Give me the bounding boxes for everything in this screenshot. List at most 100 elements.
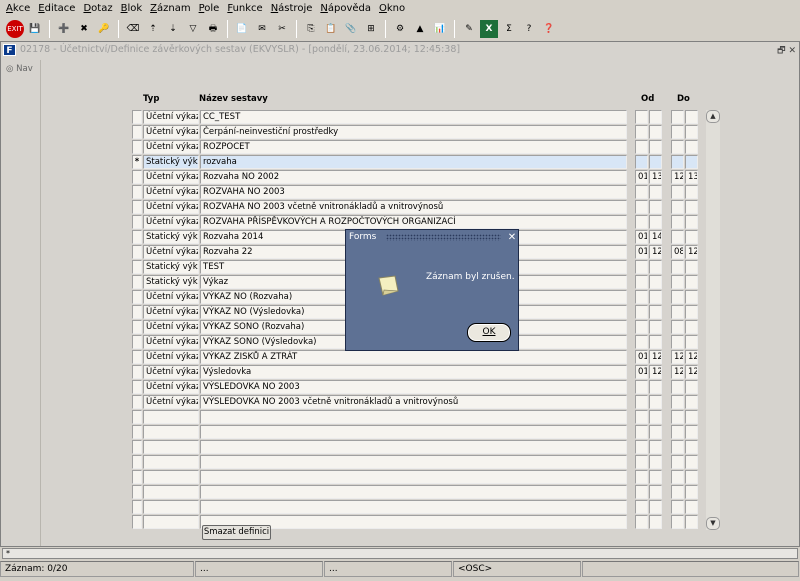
sort-desc-icon[interactable]: ⇣ xyxy=(164,20,182,38)
cell-od1[interactable] xyxy=(635,200,648,214)
cell-od2[interactable] xyxy=(649,305,662,319)
cell-ind[interactable] xyxy=(132,350,142,364)
cell-od1[interactable]: 01 xyxy=(635,245,648,259)
cell-ind[interactable] xyxy=(132,275,142,289)
cell-od2[interactable] xyxy=(649,395,662,409)
cell-od1[interactable] xyxy=(635,470,648,484)
cell-ind[interactable] xyxy=(132,455,142,469)
cell-od2[interactable] xyxy=(649,500,662,514)
cell-od2[interactable]: 12 xyxy=(649,365,662,379)
cell-typ[interactable]: Statický výkaz xyxy=(143,260,199,274)
cell-ind[interactable] xyxy=(132,425,142,439)
cell-typ[interactable]: Účetní výkaz xyxy=(143,140,199,154)
cell-typ[interactable]: Statický výkaz xyxy=(143,230,199,244)
cell-od2[interactable] xyxy=(649,260,662,274)
cell-do2[interactable] xyxy=(685,440,698,454)
cell-ind[interactable] xyxy=(132,500,142,514)
dialog-close-icon[interactable]: ✕ xyxy=(506,230,518,245)
cell-do2[interactable] xyxy=(685,470,698,484)
cell-do1[interactable] xyxy=(671,515,684,529)
delete-icon[interactable]: ✖ xyxy=(75,20,93,38)
table-row[interactable]: Účetní výkaz CC_TEST xyxy=(132,110,702,125)
cell-od1[interactable] xyxy=(635,500,648,514)
cell-do2[interactable] xyxy=(685,140,698,154)
menu-item-1[interactable]: Editace xyxy=(34,0,79,17)
menu-item-7[interactable]: Nástroje xyxy=(267,0,317,17)
table-row[interactable] xyxy=(132,455,702,470)
cell-ind[interactable] xyxy=(132,215,142,229)
cell-od2[interactable]: 12 xyxy=(649,245,662,259)
cell-od2[interactable] xyxy=(649,380,662,394)
cell-od1[interactable] xyxy=(635,260,648,274)
cell-od1[interactable] xyxy=(635,455,648,469)
cell-od1[interactable] xyxy=(635,185,648,199)
cell-do2[interactable] xyxy=(685,335,698,349)
cell-do2[interactable]: 12 xyxy=(685,245,698,259)
cell-od2[interactable] xyxy=(649,140,662,154)
cell-do1[interactable] xyxy=(671,410,684,424)
cell-do1[interactable] xyxy=(671,185,684,199)
cell-od1[interactable] xyxy=(635,155,648,169)
nav-tab[interactable]: ◎ Nav xyxy=(3,60,40,78)
cell-ind[interactable]: * xyxy=(132,155,142,169)
sort-asc-icon[interactable]: ⇡ xyxy=(144,20,162,38)
cell-od2[interactable] xyxy=(649,455,662,469)
cell-typ[interactable]: Statický výkaz xyxy=(143,155,199,169)
cell-nazev[interactable] xyxy=(200,425,627,439)
cell-typ[interactable]: Účetní výkaz xyxy=(143,305,199,319)
table-row[interactable] xyxy=(132,470,702,485)
table-row[interactable]: Účetní výkaz Výsledovka 01 12 12 12 xyxy=(132,365,702,380)
table-row[interactable]: Účetní výkaz VÝKAZ ZISKŮ A ZTRÁT 01 12 12 12 xyxy=(132,350,702,365)
cell-typ[interactable]: Účetní výkaz xyxy=(143,350,199,364)
cell-typ[interactable] xyxy=(143,455,199,469)
cell-ind[interactable] xyxy=(132,140,142,154)
table-row[interactable] xyxy=(132,485,702,500)
cell-od2[interactable] xyxy=(649,125,662,139)
tree-icon[interactable]: ⊞ xyxy=(362,20,380,38)
cell-do1[interactable] xyxy=(671,440,684,454)
cell-typ[interactable] xyxy=(143,410,199,424)
cell-nazev[interactable] xyxy=(200,500,627,514)
cell-od1[interactable] xyxy=(635,110,648,124)
cell-do2[interactable]: 13 xyxy=(685,170,698,184)
sum-icon[interactable]: Σ xyxy=(500,20,518,38)
cell-nazev[interactable]: CC_TEST xyxy=(200,110,627,124)
cell-do2[interactable] xyxy=(685,185,698,199)
dialog-titlebar[interactable]: Forms ✕ xyxy=(346,230,518,245)
cell-ind[interactable] xyxy=(132,305,142,319)
table-row[interactable]: Účetní výkaz ROZPOCET xyxy=(132,140,702,155)
cell-od2[interactable] xyxy=(649,110,662,124)
cell-nazev[interactable]: rozvaha xyxy=(200,155,627,169)
paste-icon[interactable]: 📋 xyxy=(322,20,340,38)
save-icon[interactable]: 💾 xyxy=(26,20,44,38)
cell-od2[interactable] xyxy=(649,200,662,214)
cell-do2[interactable]: 12 xyxy=(685,365,698,379)
cell-typ[interactable]: Účetní výkaz xyxy=(143,290,199,304)
cell-od1[interactable] xyxy=(635,275,648,289)
exit-icon[interactable]: EXIT xyxy=(6,20,24,38)
cell-od2[interactable] xyxy=(649,185,662,199)
mail-icon[interactable]: ✉ xyxy=(253,20,271,38)
cell-do2[interactable] xyxy=(685,305,698,319)
cell-ind[interactable] xyxy=(132,515,142,529)
table-row[interactable]: Účetní výkaz ROZVAHA NO 2003 včetně vnitr… xyxy=(132,200,702,215)
cell-od1[interactable] xyxy=(635,395,648,409)
cell-do2[interactable] xyxy=(685,110,698,124)
cell-do2[interactable] xyxy=(685,320,698,334)
cell-nazev[interactable] xyxy=(200,485,627,499)
cell-ind[interactable] xyxy=(132,110,142,124)
cell-od1[interactable] xyxy=(635,515,648,529)
cell-nazev[interactable]: VÝKAZ ZISKŮ A ZTRÁT xyxy=(200,350,627,364)
cell-do1[interactable] xyxy=(671,455,684,469)
menu-item-2[interactable]: Dotaz xyxy=(79,0,116,17)
cell-od2[interactable] xyxy=(649,320,662,334)
cell-do1[interactable] xyxy=(671,305,684,319)
table-row[interactable] xyxy=(132,410,702,425)
cell-typ[interactable]: Účetní výkaz xyxy=(143,110,199,124)
cell-do2[interactable]: 12 xyxy=(685,350,698,364)
cell-do2[interactable] xyxy=(685,125,698,139)
cell-typ[interactable]: Účetní výkaz xyxy=(143,395,199,409)
vertical-scrollbar[interactable]: ▲ ▼ xyxy=(706,110,720,530)
cell-od1[interactable] xyxy=(635,215,648,229)
cell-ind[interactable] xyxy=(132,380,142,394)
